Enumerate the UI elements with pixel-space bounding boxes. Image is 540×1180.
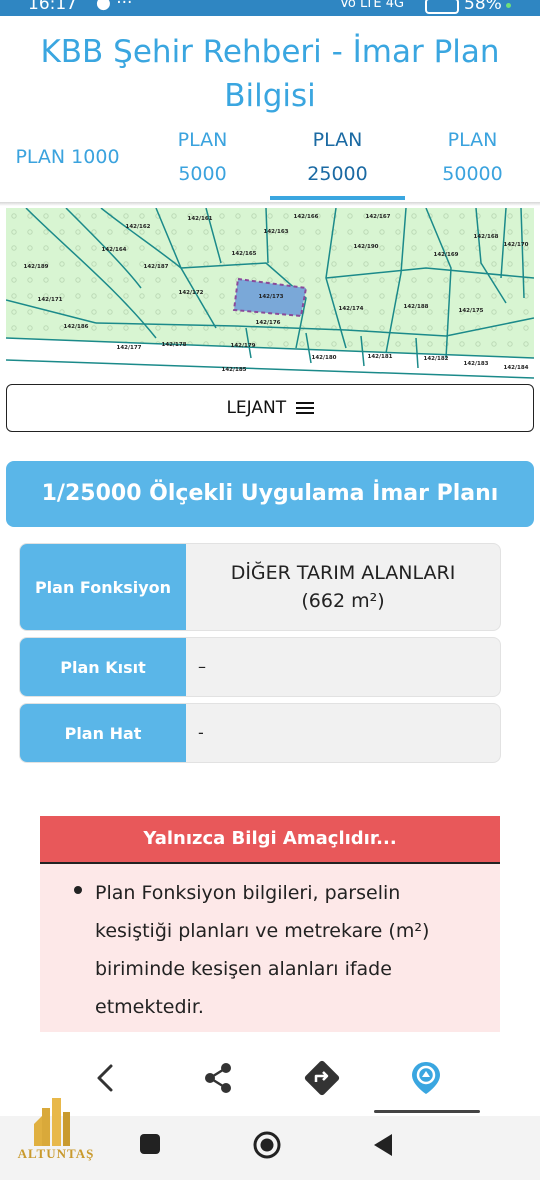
active-tab-indicator: [270, 196, 405, 200]
tab-label: PLAN 1000: [15, 146, 120, 168]
status-bar: 16:17 ● ··· Vo LTE 4G 58%: [0, 0, 540, 16]
info-value-line: -: [198, 723, 204, 742]
zoning-map-canvas[interactable]: 142/161 142/162 142/166 142/167 142/163 142/1…: [6, 208, 534, 382]
parcel-label: 142/166: [294, 214, 319, 220]
tabs-divider: [0, 202, 540, 206]
parcel-label: 142/179: [231, 343, 256, 349]
parcel-label: 142/176: [256, 320, 281, 326]
back-button[interactable]: [86, 1058, 126, 1098]
parcel-label: 142/187: [144, 264, 169, 270]
parcel-label: 142/168: [474, 234, 499, 240]
parcel-label: 142/182: [424, 356, 449, 362]
parcel-label: 142/185: [222, 367, 247, 373]
parcel-label: 142/169: [434, 252, 459, 258]
share-button[interactable]: [198, 1058, 238, 1098]
legend-button[interactable]: LEJANT: [6, 384, 534, 432]
parcel-label: 142/177: [117, 345, 142, 351]
parcel-label: 142/181: [368, 354, 393, 360]
parcel-label: 142/175: [459, 308, 484, 314]
watermark-logo: ALTUNTAŞ: [14, 1094, 98, 1170]
building-logo-icon: [34, 1098, 70, 1146]
charging-dot-icon: [506, 3, 511, 8]
bullet-icon: [74, 886, 82, 894]
info-value-line: –: [198, 657, 206, 676]
page-title-line-1: KBB Şehir Rehberi - İmar Plan: [40, 34, 500, 70]
home-icon[interactable]: [252, 1130, 282, 1160]
parcel-label: 142/180: [312, 355, 337, 361]
directions-button[interactable]: [302, 1058, 342, 1098]
parcel-label: 142/172: [179, 290, 204, 296]
info-row-plan-fonksiyon: Plan Fonksiyon DİĞER TARIM ALANLARI (662…: [19, 543, 501, 631]
parcel-label: 142/170: [504, 242, 529, 248]
tab-label: 25000: [307, 163, 368, 185]
plan-scale-tabs: PLAN 1000 PLAN 5000 PLAN 25000 PLAN 5000…: [0, 118, 540, 202]
tab-label: PLAN: [312, 129, 363, 151]
share-icon: [205, 1063, 231, 1093]
system-back-icon[interactable]: [370, 1132, 396, 1158]
parcel-label: 142/186: [64, 324, 89, 330]
info-value-line: (662 m²): [301, 590, 385, 612]
parcel-label: 142/163: [264, 229, 289, 235]
location-icon: [412, 1062, 440, 1094]
directions-icon: [304, 1060, 340, 1096]
battery-icon: [425, 0, 459, 14]
menu-icon: [295, 401, 314, 415]
location-button[interactable]: [406, 1058, 446, 1098]
status-time: 16:17: [28, 0, 77, 14]
parcel-label: 142/184: [504, 365, 529, 371]
parcel-label: 142/189: [24, 264, 49, 270]
zoning-map[interactable]: 142/161 142/162 142/166 142/167 142/163 142/1…: [6, 208, 534, 382]
watermark-brand: ALTUNTAŞ: [17, 1146, 95, 1161]
info-value: -: [186, 704, 500, 762]
notification-icons: ● ···: [96, 0, 133, 13]
parcel-label: 142/174: [339, 306, 364, 312]
info-value: DİĞER TARIM ALANLARI (662 m²): [186, 544, 500, 630]
tab-label: PLAN: [447, 129, 498, 151]
warning-title: Yalnızca Bilgi Amaçlıdır...: [40, 816, 500, 864]
parcel-label: 142/165: [232, 251, 257, 257]
info-label: Plan Fonksiyon: [20, 544, 186, 630]
info-label: Plan Hat: [20, 704, 186, 762]
tab-label: 5000: [178, 163, 227, 185]
warning-text: Plan Fonksiyon bilgileri, parselin kesiş…: [95, 882, 430, 1018]
recent-apps-icon[interactable]: [138, 1132, 162, 1156]
tab-plan-50000[interactable]: PLAN 50000: [405, 118, 540, 203]
info-label: Plan Kısıt: [20, 638, 186, 696]
parcel-label: 142/178: [162, 342, 187, 348]
tab-label: 50000: [442, 163, 503, 185]
tab-label: PLAN: [177, 129, 228, 151]
parcel-label: 142/164: [102, 247, 127, 253]
parcel-label: 142/171: [38, 297, 63, 303]
signal-indicator: Vo LTE 4G: [340, 0, 405, 11]
battery-level: 58%: [464, 0, 502, 14]
info-row-plan-hat: Plan Hat -: [19, 703, 501, 763]
parcel-label: 142/162: [126, 224, 151, 230]
info-value-line: DİĞER TARIM ALANLARI: [230, 562, 456, 584]
page-title-line-2: Bilgisi: [224, 78, 316, 114]
legend-button-label: LEJANT: [226, 398, 287, 418]
tab-plan-25000[interactable]: PLAN 25000: [270, 118, 405, 203]
info-value: –: [186, 638, 500, 696]
parcel-label: 142/167: [366, 214, 391, 220]
tab-plan-5000[interactable]: PLAN 5000: [135, 118, 270, 203]
section-title: 1/25000 Ölçekli Uygulama İmar Planı: [6, 461, 534, 527]
parcel-label: 142/190: [354, 244, 379, 250]
parcel-label: 142/161: [188, 216, 213, 222]
page-title: KBB Şehir Rehberi - İmar Plan Bilgisi: [0, 30, 540, 118]
parcel-label: 142/188: [404, 304, 429, 310]
back-icon: [97, 1064, 113, 1092]
toolbar-scroll-handle: [374, 1110, 480, 1113]
parcel-label: 142/183: [464, 361, 489, 367]
parcel-label: 142/173: [259, 294, 284, 300]
info-row-plan-kisit: Plan Kısıt –: [19, 637, 501, 697]
warning-body: Plan Fonksiyon bilgileri, parselin kesiş…: [40, 864, 500, 1032]
